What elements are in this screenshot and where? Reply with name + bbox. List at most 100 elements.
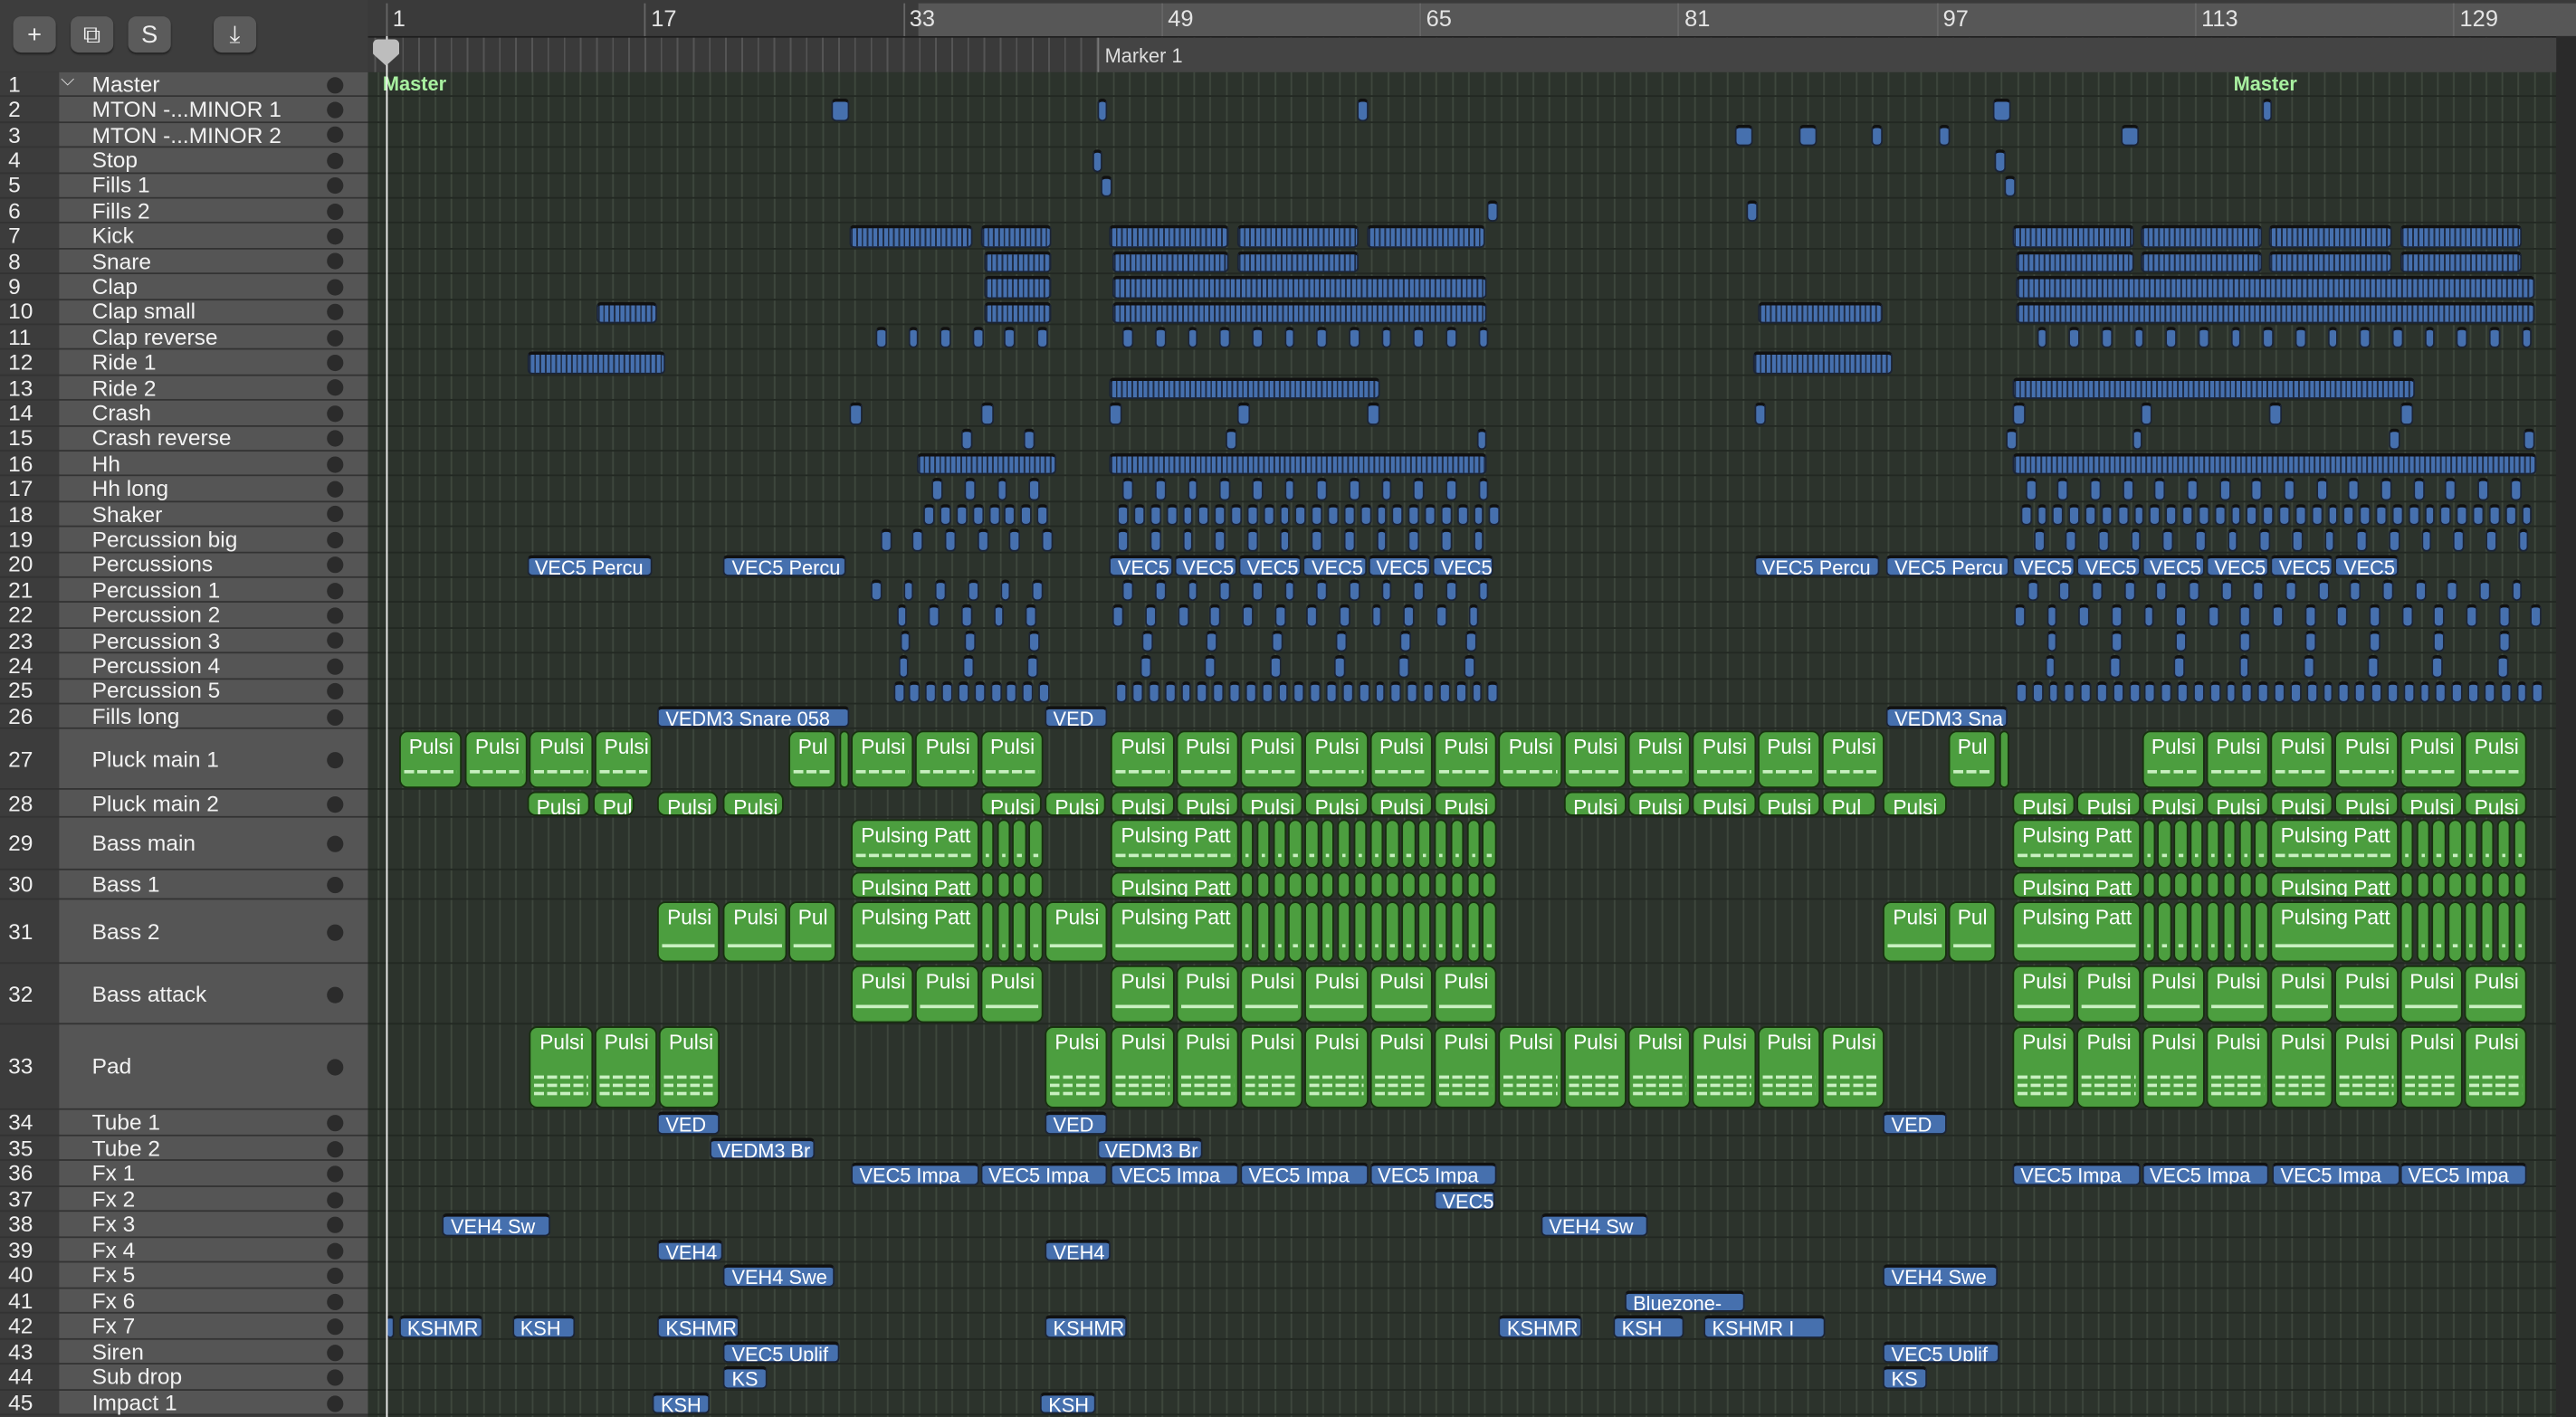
audio-region[interactable] (1092, 149, 1103, 172)
audio-region[interactable] (892, 680, 905, 703)
midi-region[interactable] (1466, 872, 1481, 899)
audio-region[interactable] (1164, 680, 1176, 703)
audio-region[interactable]: VEC5 Impa (2272, 1163, 2400, 1185)
midi-region[interactable]: Pulsi (398, 731, 463, 789)
audio-region[interactable] (2133, 503, 2145, 527)
midi-region[interactable]: Pulsi (2335, 1026, 2399, 1109)
midi-region[interactable] (2190, 820, 2204, 870)
audio-region[interactable] (1219, 478, 1231, 501)
audio-region[interactable] (2246, 503, 2258, 527)
audio-region[interactable] (1036, 327, 1049, 349)
audio-region[interactable] (2391, 327, 2403, 349)
audio-region[interactable] (996, 478, 1008, 501)
audio-region[interactable] (2323, 528, 2336, 551)
audio-region[interactable] (2101, 503, 2113, 527)
audio-region[interactable] (831, 99, 850, 121)
track-header-clap-small[interactable]: 10 Clap small (0, 300, 368, 326)
midi-region[interactable] (2416, 872, 2430, 899)
midi-region[interactable]: Pulsi (530, 1026, 593, 1109)
midi-region[interactable]: Pulsi (2270, 965, 2334, 1024)
audio-region[interactable] (2466, 604, 2478, 627)
midi-region[interactable] (1369, 872, 1384, 899)
audio-region[interactable] (2259, 528, 2271, 551)
midi-region[interactable]: Pulsi (1627, 731, 1692, 789)
audio-region[interactable] (983, 276, 1052, 299)
midi-region[interactable] (1417, 820, 1432, 870)
audio-region[interactable] (1753, 402, 1767, 425)
audio-region[interactable] (983, 301, 1052, 324)
midi-region[interactable] (1385, 872, 1400, 899)
audio-region[interactable] (1751, 352, 1894, 375)
audio-region[interactable]: VEC5 Uplif (1883, 1341, 1999, 1364)
audio-region[interactable] (1154, 327, 1167, 349)
audio-region[interactable] (1150, 528, 1161, 551)
midi-region[interactable] (2254, 820, 2268, 870)
audio-region[interactable] (1333, 655, 1346, 678)
track-header-ride-2[interactable]: 13 Ride 2 (0, 376, 368, 402)
midi-region[interactable]: Pulsi (2335, 731, 2399, 789)
audio-region[interactable] (2447, 579, 2458, 602)
midi-region[interactable]: Pulsing Patt (851, 872, 979, 899)
midi-region[interactable]: Pulsi (2141, 965, 2205, 1024)
audio-region[interactable] (931, 478, 944, 501)
midi-region[interactable]: Pulsi (1304, 965, 1369, 1024)
audio-region[interactable] (1180, 680, 1192, 703)
midi-region[interactable]: Pulsi (1175, 1026, 1239, 1109)
midi-region[interactable]: Pulsi (1883, 901, 1947, 964)
audio-region[interactable] (2419, 680, 2431, 703)
audio-region[interactable] (2375, 503, 2388, 527)
midi-region[interactable] (2157, 901, 2171, 964)
audio-region[interactable] (2262, 99, 2273, 121)
audio-region[interactable] (2165, 503, 2178, 527)
audio-region[interactable] (2031, 680, 2044, 703)
audio-region[interactable] (1757, 301, 1884, 324)
audio-region[interactable] (1109, 376, 1379, 400)
track-header-impact-1[interactable]: 45 Impact 1 (0, 1390, 368, 1416)
audio-region[interactable] (1348, 327, 1360, 349)
audio-region[interactable]: VEC5 (1302, 554, 1367, 576)
audio-region[interactable] (2253, 579, 2265, 602)
midi-region[interactable] (1304, 872, 1319, 899)
audio-region[interactable] (1403, 604, 1416, 627)
audio-region[interactable] (1745, 200, 1758, 223)
audio-region[interactable] (2399, 225, 2522, 248)
audio-region[interactable] (1445, 327, 1457, 349)
midi-region[interactable] (2447, 901, 2463, 964)
midi-region[interactable]: Pulsi (723, 901, 787, 964)
audio-region[interactable] (1463, 655, 1475, 678)
audio-region[interactable] (1311, 528, 1323, 551)
midi-region[interactable]: Pulsi (2141, 731, 2205, 789)
midi-region[interactable] (2464, 872, 2478, 899)
midi-region[interactable]: Pulsi (1883, 792, 1947, 817)
audio-region[interactable] (1145, 604, 1157, 627)
midi-region[interactable]: Pulsi (659, 1026, 720, 1109)
midi-region[interactable]: Pul (787, 731, 837, 789)
record-enable-button[interactable] (327, 1344, 344, 1361)
midi-region[interactable] (1385, 901, 1400, 964)
audio-region[interactable] (1115, 680, 1128, 703)
audio-region[interactable] (2085, 503, 2096, 527)
midi-region[interactable] (2513, 820, 2527, 870)
audio-region[interactable]: VEC5 Percu (1886, 554, 2009, 576)
audio-region[interactable] (925, 680, 937, 703)
audio-region[interactable]: KSHMR (657, 1316, 740, 1338)
audio-region[interactable] (1413, 579, 1425, 602)
track-header-mton-minor-1[interactable]: 2 MTON -...MINOR 1 (0, 97, 368, 123)
track-header-pluck-main-1[interactable]: 27 Pluck main 1 (0, 729, 368, 791)
audio-region[interactable] (2371, 680, 2382, 703)
midi-region[interactable]: Pulsi (2464, 1026, 2528, 1109)
midi-region[interactable]: Pulsing Patt (1111, 820, 1239, 870)
audio-region[interactable] (972, 503, 984, 527)
audio-region[interactable]: VED (1883, 1112, 1947, 1135)
audio-region[interactable] (1871, 124, 1884, 147)
audio-region[interactable] (1251, 579, 1264, 602)
marker-track[interactable]: Marker 1 (367, 37, 2576, 72)
audio-region[interactable] (2027, 579, 2038, 602)
audio-region[interactable] (2367, 655, 2380, 678)
audio-region[interactable] (2311, 503, 2323, 527)
midi-region[interactable]: Pulsi (2206, 731, 2269, 789)
audio-region[interactable] (1024, 427, 1035, 451)
audio-region[interactable]: VEC5 Impa (980, 1163, 1108, 1185)
audio-region[interactable] (2144, 680, 2156, 703)
audio-region[interactable] (1141, 630, 1153, 652)
